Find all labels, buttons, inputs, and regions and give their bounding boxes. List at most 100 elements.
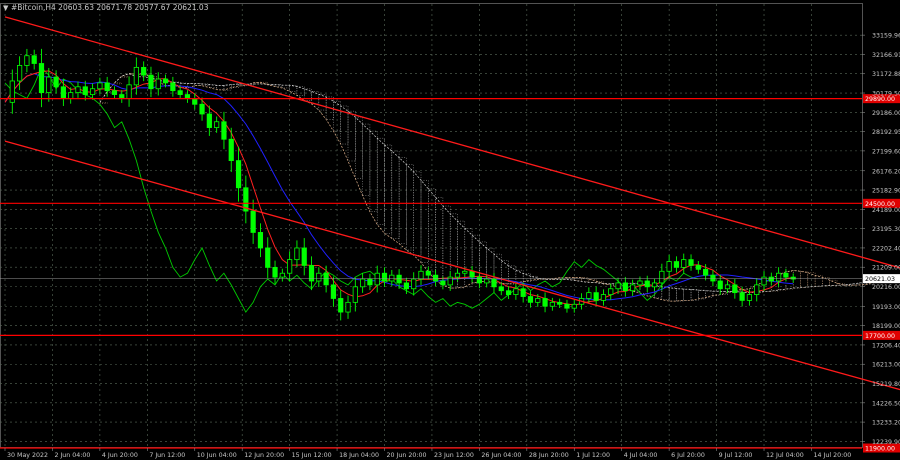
symbol-info: #Bitcoin,H4 20603.63 20671.78 20577.67 2… [11,3,209,12]
candle-body [367,278,373,286]
candle-body [418,270,424,280]
candle-body [31,55,37,64]
candle-body [557,301,563,305]
x-tick-label: 23 Jun 12:00 [434,452,474,459]
candle-body [622,282,628,292]
x-tick-label: 1 Jul 12:00 [576,452,610,459]
candle-body [133,66,139,86]
candle-body [724,284,731,290]
y-tick-label: 22202.40 [872,245,900,252]
y-tick-label: 14226.50 [872,400,900,407]
candle-body [535,298,541,303]
candle-body [411,278,417,290]
candle-body [141,66,147,76]
candle-body [630,284,636,292]
candle-body [360,278,366,288]
y-tick-label: 31172.88 [872,71,900,78]
candle-body [717,280,723,290]
candle-body [608,288,614,295]
chart-header: ▼ #Bitcoin,H4 20603.63 20671.78 20577.67… [3,3,209,12]
candle-body [469,270,475,278]
candle-body [206,113,212,128]
x-tick-label: 14 Jul 20:00 [813,452,851,459]
candle-body [345,301,351,313]
level-price-label: 17700.00 [865,333,895,340]
candle-body [651,282,658,288]
candle-body [432,274,439,282]
candle-body [214,121,220,128]
x-tick-label: 20 Jun 20:00 [387,452,427,459]
candle-body [776,272,782,282]
x-tick-label: 4 Jun 20:00 [102,452,138,459]
candle-body [89,88,96,95]
candle-body [68,92,74,99]
y-tick-label: 21209.00 [872,265,900,272]
y-tick-label: 24189.00 [872,207,900,214]
candle-body [257,232,264,249]
candle-body [97,82,103,90]
y-tick-label: 23195.30 [872,226,900,233]
y-tick-label: 18199.00 [872,323,900,330]
candle-body [104,82,110,92]
x-tick-label: 12 Jul 04:00 [766,452,804,459]
candle-body [783,272,789,278]
x-tick-label: 15 Jun 12:00 [292,452,332,459]
candle-body [425,270,431,276]
candle-body [666,261,672,272]
candle-body [265,247,271,268]
candle-body [38,63,45,94]
candle-body [703,268,709,276]
x-tick-label: 18 Jun 04:00 [339,452,379,459]
y-tick-label: 32166.91 [872,52,900,59]
x-tick-label: 7 Jun 12:00 [149,452,185,459]
candle-body [184,94,191,99]
y-tick-label: 17206.40 [872,342,900,349]
candle-body [498,286,504,292]
y-tick-label: 27199.60 [872,148,900,155]
y-tick-label: 16213.00 [872,362,900,369]
x-tick-label: 28 Jun 20:00 [529,452,569,459]
candle-body [768,276,774,282]
candle-body [615,282,621,290]
y-tick-label: 19193.00 [872,304,900,311]
candle-body [600,294,607,301]
candle-body [235,160,242,189]
x-tick-label: 10 Jun 04:00 [197,452,237,459]
candle-body [24,55,30,66]
price-chart[interactable]: 29890.0024500.0017700.0011900.0020621.03… [0,0,900,460]
candle-body [454,272,461,278]
candle-body [272,266,278,278]
candle-body [520,288,526,297]
current-price-label: 20621.03 [865,276,895,283]
candle-body [53,76,59,88]
candle-body [746,294,753,301]
candle-body [75,86,81,94]
menu-arrow-icon[interactable]: ▼ [3,4,9,12]
x-tick-label: 30 May 2022 [7,452,48,459]
candle-body [476,276,482,284]
y-tick-label: 30179.50 [872,91,900,98]
candle-body [754,284,760,295]
candle-body [695,265,701,270]
candle-body [170,82,176,92]
candle-body [440,280,446,286]
candle-body [279,272,285,278]
candle-body [330,284,337,299]
candle-body [505,290,512,295]
candle-body [162,78,169,84]
y-tick-label: 20216.00 [872,284,900,291]
candle-body [389,274,395,282]
candle-body [710,274,716,282]
candle-body [199,103,205,115]
candle-body [352,286,358,303]
candle-body [82,86,88,95]
y-tick-label: 28192.95 [872,129,900,136]
candle-body [119,94,125,99]
candle-body [294,247,300,261]
candle-body [761,276,767,286]
candle-body [659,270,665,284]
candle-body [60,86,66,99]
candle-body [374,272,380,286]
candle-body [396,274,402,284]
x-tick-label: 9 Jul 12:00 [719,452,753,459]
